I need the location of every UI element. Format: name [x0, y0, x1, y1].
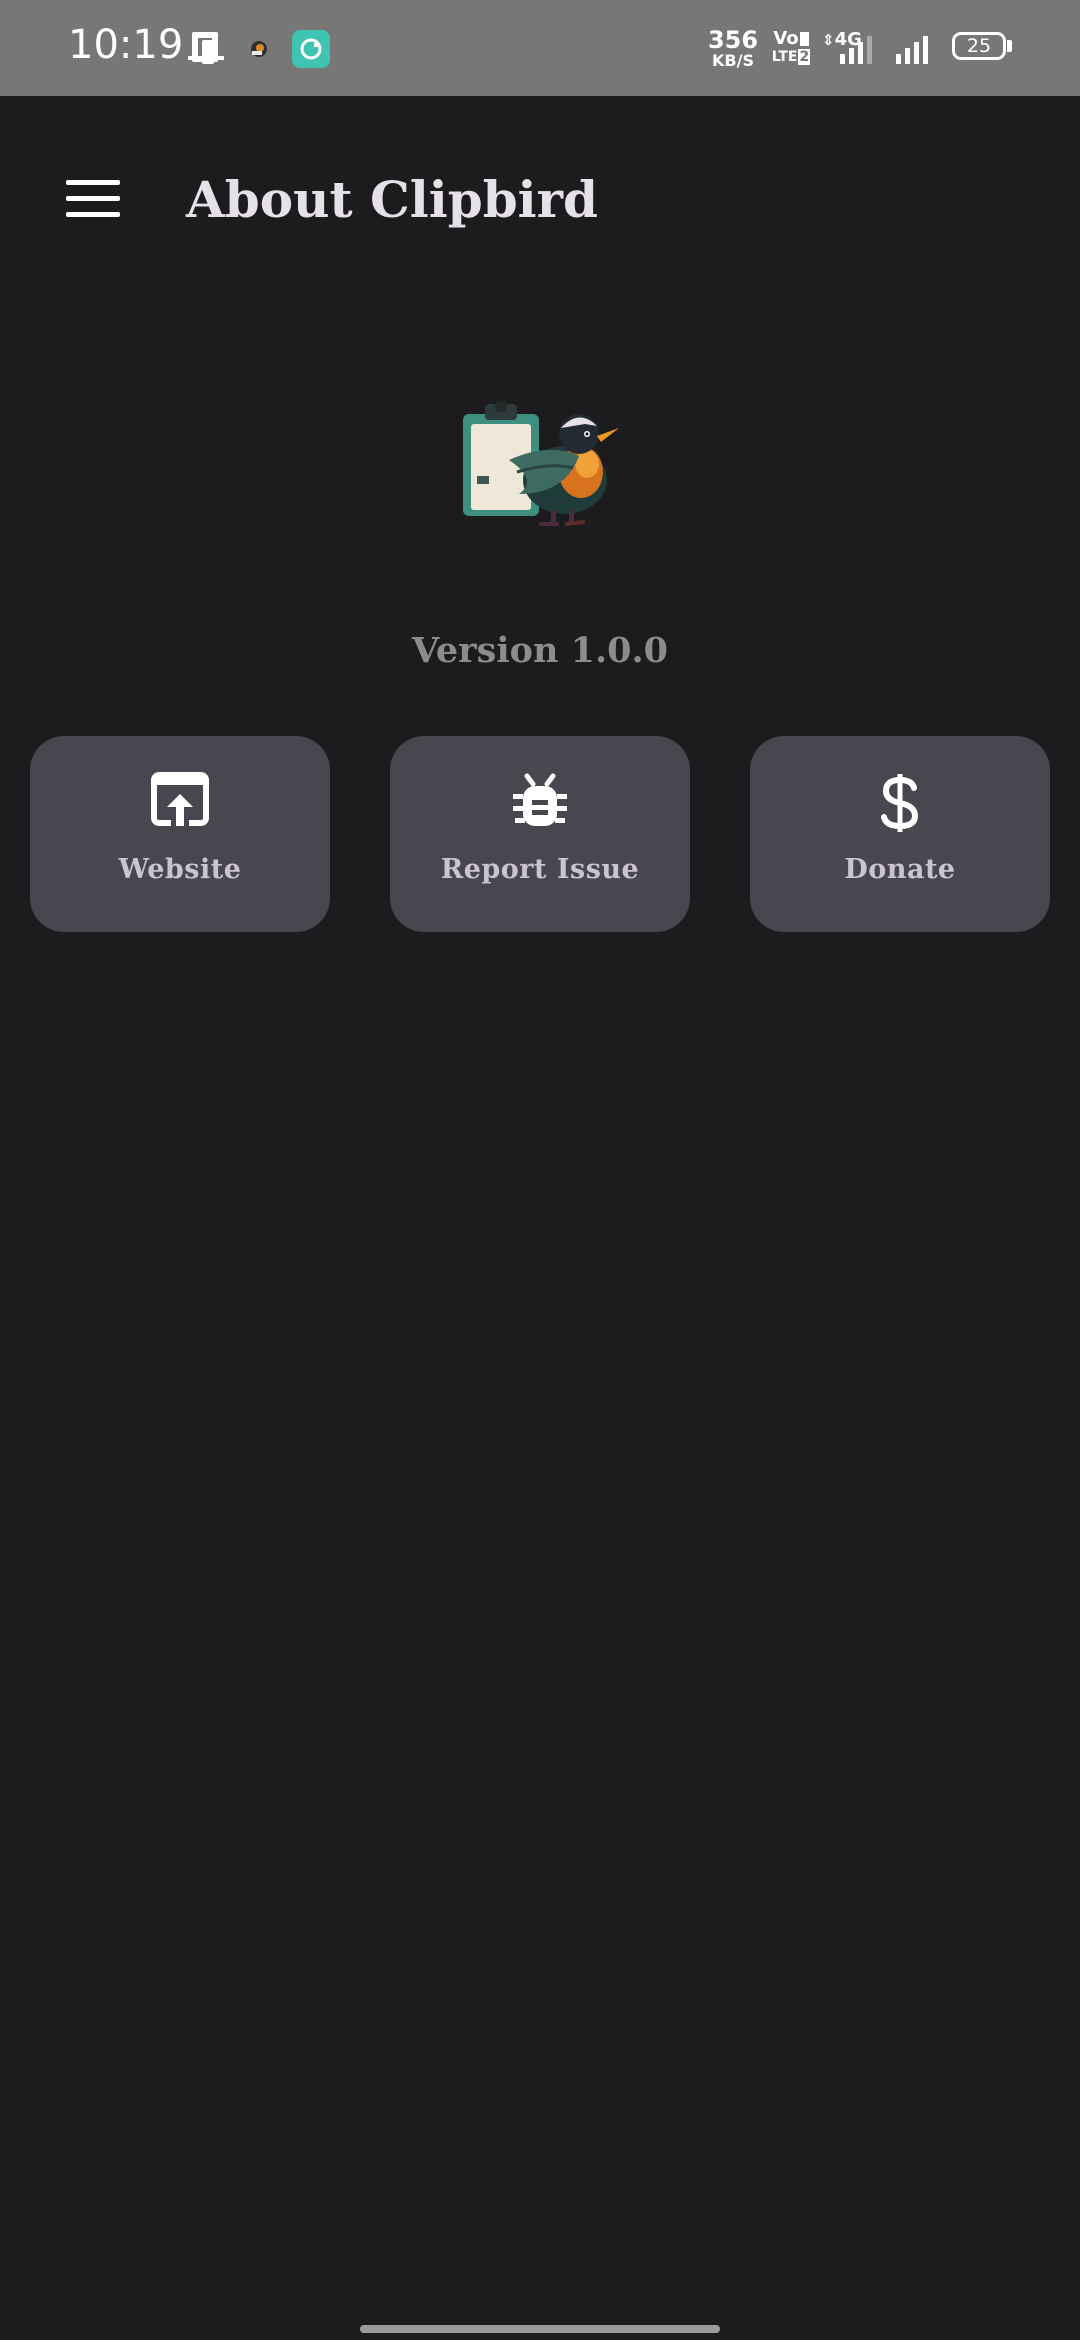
app-notification-icon [251, 41, 267, 57]
phone-notification-icon [188, 32, 224, 64]
clipbird-logo-icon [463, 400, 619, 526]
sim-slot-top [799, 32, 809, 46]
website-button[interactable]: Website [30, 736, 330, 932]
report-issue-button[interactable]: Report Issue [390, 736, 690, 932]
dollar-icon [881, 774, 919, 832]
lte-label: LTE [771, 49, 798, 65]
volte-indicator: Vo LTE 2 [770, 28, 812, 65]
sim-slot-label: 2 [798, 49, 811, 65]
status-time: 10:19 [68, 22, 184, 68]
website-label: Website [118, 854, 242, 885]
app-bar: About Clipbird [0, 96, 1080, 306]
network-speed-unit: KB/S [712, 51, 754, 70]
battery-icon: 25 [952, 32, 1006, 60]
bug-icon [513, 773, 567, 826]
chat-app-icon [292, 30, 330, 68]
open-in-browser-icon [151, 772, 209, 828]
volte-label: Vo [773, 28, 799, 49]
data-arrows-icon: ⇕ [822, 31, 835, 49]
menu-button[interactable] [56, 172, 130, 226]
signal-icon [896, 36, 928, 64]
status-bar: 10:19 356 KB/S Vo LTE 2 ⇕4G 25 [0, 0, 1080, 96]
battery-level: 25 [966, 35, 992, 57]
gesture-navigation-handle[interactable] [360, 2325, 720, 2333]
network-speed: 356 KB/S [706, 28, 760, 69]
signal-icon [840, 36, 872, 64]
donate-label: Donate [844, 854, 956, 885]
battery-tip [1007, 40, 1012, 52]
network-speed-value: 356 [707, 26, 759, 54]
version-text: Version 1.0.0 [411, 630, 669, 671]
report-issue-label: Report Issue [440, 854, 640, 885]
page-title: About Clipbird [186, 170, 598, 229]
donate-button[interactable]: Donate [750, 736, 1050, 932]
